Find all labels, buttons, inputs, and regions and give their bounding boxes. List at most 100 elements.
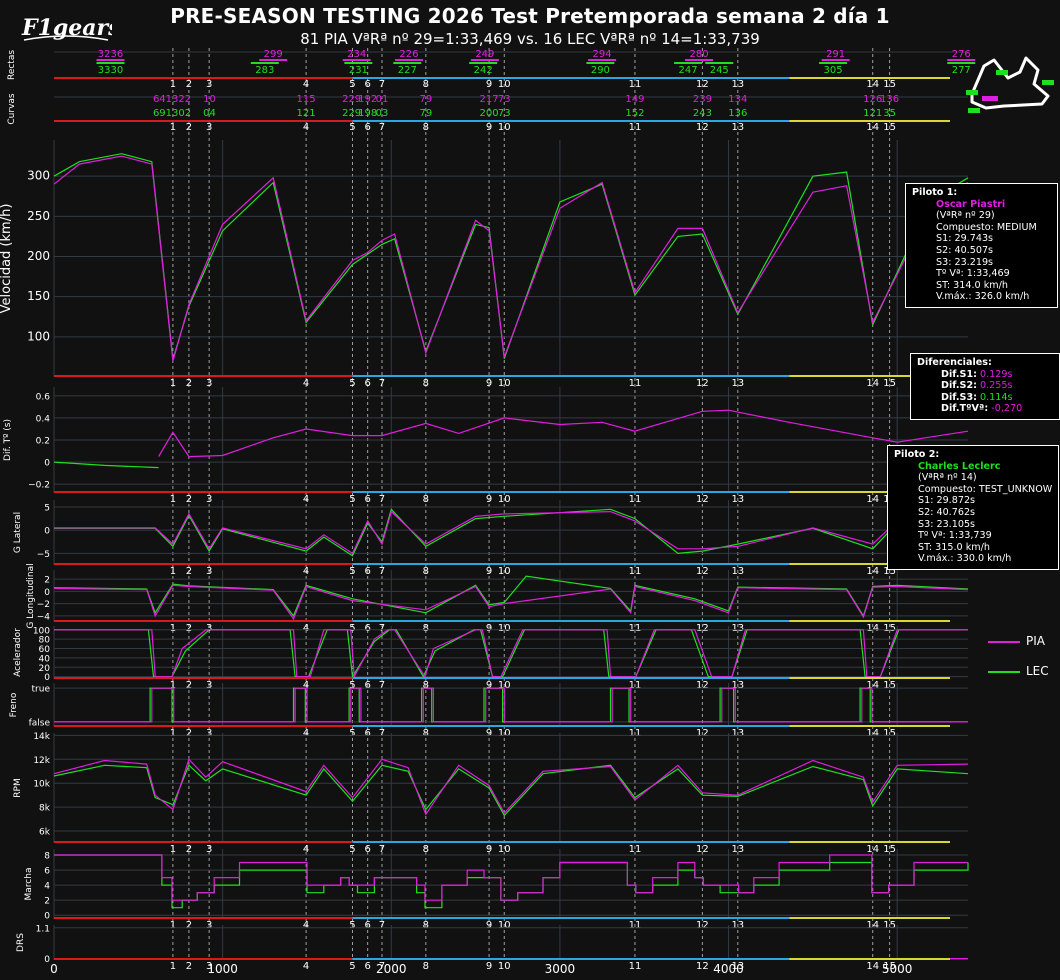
legend-label-lec: LEC <box>1026 664 1049 678</box>
diff-s1-label: Dif.S1: <box>941 368 977 380</box>
brake-corner-label-12: 12 <box>696 728 709 739</box>
glong-corner-label-4: 4 <box>303 623 309 634</box>
rectas-corner-label-3: 3 <box>206 79 212 90</box>
rpm-corner-label-2: 2 <box>186 844 192 855</box>
glong-corner-label-9: 9 <box>486 623 492 634</box>
curvas-corner-label-1: 1 <box>170 122 176 133</box>
driver2-s2: S2: 40.762s <box>918 506 976 518</box>
rectas-lec-value-5: 290 <box>591 65 610 76</box>
brake-corner-label-13: 13 <box>731 728 744 739</box>
rpm-corner-label-10: 10 <box>498 844 511 855</box>
glat-corner-label-11: 11 <box>629 566 642 577</box>
rpm-corner-label-6: 6 <box>364 844 370 855</box>
driver1-laptime: Tº Vª: 1:33,469 <box>936 268 1010 280</box>
speed-corner-label-8: 8 <box>423 378 429 389</box>
brake-corner-label-8: 8 <box>423 728 429 739</box>
delta-lec-line <box>53 461 159 469</box>
rectas-corner-label-11: 11 <box>629 79 642 90</box>
rpm-corner-label-8: 8 <box>423 844 429 855</box>
rectas-pia-value-3: 226 <box>399 49 418 60</box>
curvas-lec-value-12: 121 <box>863 108 882 119</box>
glat-corner-label-3: 3 <box>206 566 212 577</box>
curvas-ylabel: Curvas <box>7 93 17 125</box>
curvas-pia-value-10: 239 <box>693 94 712 105</box>
glat-ytick-0: −5 <box>37 550 50 560</box>
delta-corner-label-1: 1 <box>170 494 176 505</box>
legend-line-lec <box>988 671 1020 673</box>
glat-corner-label-7: 7 <box>379 566 385 577</box>
delta-corner-label-10: 10 <box>498 494 511 505</box>
rpm-ytick-1: 8k <box>39 804 51 814</box>
delta-pia-line <box>158 409 969 458</box>
driver2-vmax: V.máx.: 330.0 km/h <box>918 553 1012 565</box>
driver1-s3: S3: 23.219s <box>936 256 994 268</box>
rpm-corner-label-1: 1 <box>170 844 176 855</box>
rectas-lec-value-2: 231 <box>349 65 368 76</box>
rectas-pia-value-0: 3236 <box>98 49 123 60</box>
rectas-pia-bar-4 <box>470 59 499 61</box>
diff-lap-value: -0,270 <box>991 403 1023 415</box>
xtick-3: 3000 <box>545 962 576 976</box>
rpm-corner-label-15: 15 <box>883 844 896 855</box>
rectas-lec-bar-4 <box>469 62 498 64</box>
rectas-lec-value-4: 242 <box>474 65 493 76</box>
rectas-lec-value-3: 227 <box>398 65 417 76</box>
throttle-ytick-4: 80 <box>39 636 51 646</box>
throttle-corner-label-4: 4 <box>303 680 309 691</box>
curvas-lec-value-8: 73 <box>498 108 511 119</box>
diff-s3-value: 0.114s <box>980 391 1013 403</box>
glat-ylabel: G Lateral <box>13 512 23 553</box>
legend-line-pia <box>988 641 1020 643</box>
brake-corner-label-6: 6 <box>364 728 370 739</box>
speed-corner-label-2: 2 <box>186 378 192 389</box>
throttle-ytick-3: 60 <box>39 645 51 655</box>
speed-ytick-3: 250 <box>27 209 50 223</box>
rectas-pia-value-4: 249 <box>475 49 494 60</box>
curvas-corner-label-15: 15 <box>883 122 896 133</box>
drs-corner-label-9: 9 <box>486 961 492 972</box>
curvas-lec-value-2: 121 <box>297 108 316 119</box>
xtick-1: 1000 <box>207 962 238 976</box>
curvas-corner-label-9: 9 <box>486 122 492 133</box>
brake-corner-label-3: 3 <box>206 728 212 739</box>
curvas-corner-label-12: 12 <box>696 122 709 133</box>
glat-corner-label-12: 12 <box>696 566 709 577</box>
curvas-lec-value-5: 03 <box>376 108 389 119</box>
throttle-corner-label-15: 15 <box>883 680 896 691</box>
speed-corner-label-3: 3 <box>206 378 212 389</box>
curvas-pia-value-8: 73 <box>498 94 511 105</box>
gear-corner-label-13: 13 <box>731 920 744 931</box>
throttle-corner-label-2: 2 <box>186 680 192 691</box>
drs-corner-label-12: 12 <box>696 961 709 972</box>
curvas-lec-value-4: 198 <box>358 108 377 119</box>
speed-corner-label-14: 14 <box>866 378 879 389</box>
diff-info-box: Diferenciales: Dif.S1: 0.129s Dif.S2: 0.… <box>910 353 1060 420</box>
rectas-lec-bar-1 <box>250 62 279 64</box>
diff-s2-value: 0.255s <box>980 380 1013 392</box>
rectas-corner-label-2: 2 <box>186 79 192 90</box>
rectas-pia-bar-5 <box>588 59 617 61</box>
rpm-ytick-3: 12k <box>33 756 50 766</box>
gear-corner-label-2: 2 <box>186 920 192 931</box>
delta-corner-label-7: 7 <box>379 494 385 505</box>
glat-corner-label-8: 8 <box>423 566 429 577</box>
f1gears-logo: F1gears <box>21 15 112 41</box>
glong-corner-label-8: 8 <box>423 623 429 634</box>
gear-corner-label-8: 8 <box>423 920 429 931</box>
speed-corner-label-1: 1 <box>170 378 176 389</box>
brake-corner-label-10: 10 <box>498 728 511 739</box>
rectas-pia-value-2: 234 <box>347 49 366 60</box>
gear-corner-label-5: 5 <box>349 920 355 931</box>
driver1-vmax: V.máx.: 326.0 km/h <box>936 291 1030 303</box>
rpm-ytick-2: 10k <box>33 780 50 790</box>
glat-ytick-1: 0 <box>44 527 50 537</box>
rectas-pia-value-7: 291 <box>826 49 845 60</box>
speed-corner-label-9: 9 <box>486 378 492 389</box>
rpm-corner-label-12: 12 <box>696 844 709 855</box>
brake-ytick-0: false <box>29 718 51 728</box>
throttle-corner-label-12: 12 <box>696 680 709 691</box>
rpm-corner-label-4: 4 <box>303 844 309 855</box>
rpm-corner-label-14: 14 <box>866 844 879 855</box>
gear-corner-label-1: 1 <box>170 920 176 931</box>
throttle-ylabel: Acelerador <box>13 628 23 677</box>
